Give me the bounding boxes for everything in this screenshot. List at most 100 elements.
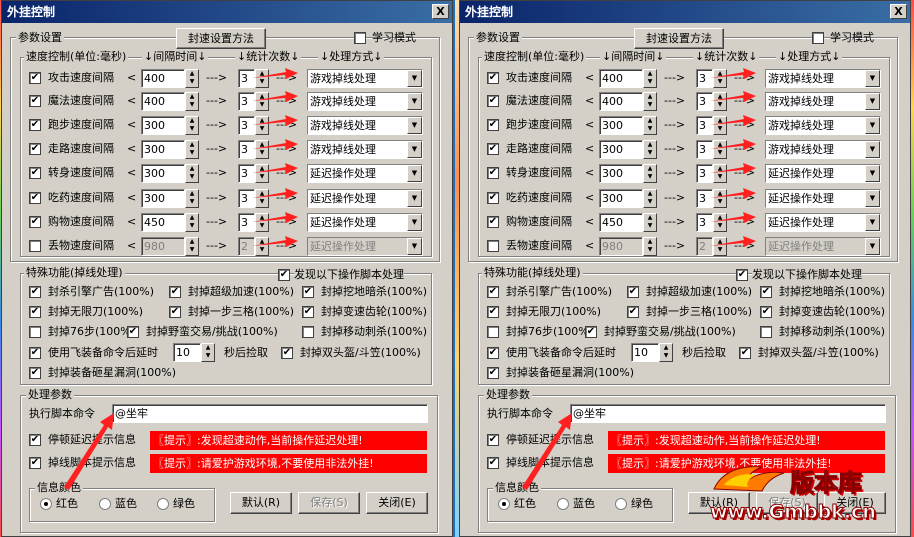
interval-spinner[interactable]: ▲ ▼ [643, 237, 657, 256]
special-item-checkbox[interactable]: ✔ [487, 367, 499, 379]
special-item-checkbox[interactable]: ✔ [169, 306, 181, 318]
action-select[interactable]: 游戏掉线处理 ▼ [765, 140, 881, 159]
action-select[interactable]: 延迟操作处理 ▼ [765, 213, 881, 232]
interval-input[interactable]: 300 [599, 164, 643, 183]
speed-row-checkbox[interactable]: ✔ [29, 95, 41, 107]
action-select[interactable]: 延迟操作处理 ▼ [307, 189, 423, 208]
color-radio[interactable] [498, 498, 510, 510]
speed-row-checkbox[interactable]: ✔ [487, 167, 499, 179]
stop-delay-message[interactable]: 〖提示〗:发现超速动作,当前操作延迟处理! [150, 431, 427, 450]
interval-spinner[interactable]: ▲ ▼ [185, 116, 199, 135]
interval-input[interactable]: 300 [599, 140, 643, 159]
special-item-checkbox[interactable]: ✔ [169, 286, 181, 298]
special-item-checkbox[interactable]: ✔ [487, 286, 499, 298]
special-item-checkbox[interactable]: ✔ [302, 326, 314, 338]
speed-row-checkbox[interactable]: ✔ [29, 216, 41, 228]
action-select[interactable]: 延迟操作处理 ▼ [307, 213, 423, 232]
interval-input[interactable]: 300 [141, 116, 185, 135]
action-select[interactable]: 游戏掉线处理 ▼ [307, 140, 423, 159]
speed-method-button[interactable]: 封速设置方法 [176, 28, 266, 49]
color-radio[interactable] [99, 498, 111, 510]
action-select[interactable]: 游戏掉线处理 ▼ [307, 92, 423, 111]
action-select[interactable]: 游戏掉线处理 ▼ [307, 116, 423, 135]
speed-row-checkbox[interactable]: ✔ [487, 240, 499, 252]
special-item-checkbox[interactable]: ✔ [302, 306, 314, 318]
interval-spinner[interactable]: ▲ ▼ [643, 69, 657, 88]
interval-input[interactable]: 300 [141, 164, 185, 183]
special-item-checkbox[interactable]: ✔ [29, 326, 41, 338]
interval-input[interactable]: 980 [599, 237, 643, 256]
action-select[interactable]: 延迟操作处理 ▼ [307, 237, 423, 256]
script-detect-checkbox[interactable]: ✔ [736, 269, 748, 281]
special-item-checkbox[interactable]: ✔ [760, 306, 772, 318]
special-item-checkbox[interactable]: ✔ [127, 326, 139, 338]
special-item-checkbox[interactable]: ✔ [281, 347, 293, 359]
stop-delay-message[interactable]: 〖提示〗:发现超速动作,当前操作延迟处理! [608, 431, 885, 450]
action-select[interactable]: 游戏掉线处理 ▼ [765, 69, 881, 88]
chevron-down-icon[interactable]: ▼ [865, 190, 880, 207]
chevron-down-icon[interactable]: ▼ [865, 214, 880, 231]
action-select[interactable]: 游戏掉线处理 ▼ [765, 116, 881, 135]
disconnect-checkbox[interactable]: ✔ [487, 457, 499, 469]
interval-input[interactable]: 400 [141, 69, 185, 88]
special-item-checkbox[interactable]: ✔ [760, 286, 772, 298]
action-select[interactable]: 延迟操作处理 ▼ [765, 189, 881, 208]
speed-row-checkbox[interactable]: ✔ [29, 143, 41, 155]
speed-row-checkbox[interactable]: ✔ [487, 216, 499, 228]
speed-row-checkbox[interactable]: ✔ [29, 240, 41, 252]
interval-input[interactable]: 300 [599, 189, 643, 208]
speed-row-checkbox[interactable]: ✔ [487, 192, 499, 204]
flying-equip-checkbox[interactable]: ✔ [29, 347, 41, 359]
action-select[interactable]: 延迟操作处理 ▼ [765, 237, 881, 256]
speed-row-checkbox[interactable]: ✔ [487, 95, 499, 107]
interval-spinner[interactable]: ▲ ▼ [185, 189, 199, 208]
learn-mode-checkbox[interactable]: ✔ [812, 32, 824, 44]
script-cmd-input[interactable]: @坐牢 [570, 404, 886, 423]
learn-mode-checkbox[interactable]: ✔ [354, 32, 366, 44]
flying-delay-spinner[interactable]: ▲ ▼ [201, 343, 215, 362]
special-item-checkbox[interactable]: ✔ [29, 367, 41, 379]
interval-input[interactable]: 450 [599, 213, 643, 232]
special-item-checkbox[interactable]: ✔ [627, 286, 639, 298]
close-button[interactable]: 关闭(E) [366, 492, 428, 514]
chevron-down-icon[interactable]: ▼ [407, 190, 422, 207]
action-select[interactable]: 游戏掉线处理 ▼ [307, 69, 423, 88]
color-radio[interactable] [615, 498, 627, 510]
interval-spinner[interactable]: ▲ ▼ [185, 92, 199, 111]
interval-spinner[interactable]: ▲ ▼ [185, 140, 199, 159]
flying-delay-input[interactable]: 10 [173, 343, 201, 362]
speed-row-checkbox[interactable]: ✔ [29, 167, 41, 179]
chevron-down-icon[interactable]: ▼ [407, 93, 422, 110]
special-item-checkbox[interactable]: ✔ [487, 326, 499, 338]
special-item-checkbox[interactable]: ✔ [627, 306, 639, 318]
flying-delay-input[interactable]: 10 [631, 343, 659, 362]
chevron-down-icon[interactable]: ▼ [407, 238, 422, 255]
special-item-checkbox[interactable]: ✔ [29, 286, 41, 298]
special-item-checkbox[interactable]: ✔ [760, 326, 772, 338]
chevron-down-icon[interactable]: ▼ [865, 141, 880, 158]
script-cmd-input[interactable]: @坐牢 [112, 404, 428, 423]
interval-input[interactable]: 400 [599, 69, 643, 88]
interval-spinner[interactable]: ▲ ▼ [643, 189, 657, 208]
speed-row-checkbox[interactable]: ✔ [29, 119, 41, 131]
special-item-checkbox[interactable]: ✔ [29, 306, 41, 318]
chevron-down-icon[interactable]: ▼ [865, 70, 880, 87]
action-select[interactable]: 游戏掉线处理 ▼ [765, 92, 881, 111]
chevron-down-icon[interactable]: ▼ [865, 165, 880, 182]
speed-row-checkbox[interactable]: ✔ [487, 72, 499, 84]
speed-row-checkbox[interactable]: ✔ [29, 72, 41, 84]
chevron-down-icon[interactable]: ▼ [407, 165, 422, 182]
action-select[interactable]: 延迟操作处理 ▼ [765, 164, 881, 183]
interval-spinner[interactable]: ▲ ▼ [643, 213, 657, 232]
speed-method-button[interactable]: 封速设置方法 [634, 28, 724, 49]
interval-spinner[interactable]: ▲ ▼ [185, 69, 199, 88]
interval-input[interactable]: 300 [599, 116, 643, 135]
save-button[interactable]: 保存(S) [298, 492, 360, 514]
color-radio[interactable] [157, 498, 169, 510]
special-item-checkbox[interactable]: ✔ [585, 326, 597, 338]
flying-delay-spinner[interactable]: ▲ ▼ [659, 343, 673, 362]
disconnect-message[interactable]: 〖提示〗:请爱护游戏环境,不要使用非法外挂! [150, 454, 427, 473]
speed-row-checkbox[interactable]: ✔ [487, 119, 499, 131]
special-item-checkbox[interactable]: ✔ [487, 306, 499, 318]
close-window-button[interactable]: X [432, 4, 449, 19]
